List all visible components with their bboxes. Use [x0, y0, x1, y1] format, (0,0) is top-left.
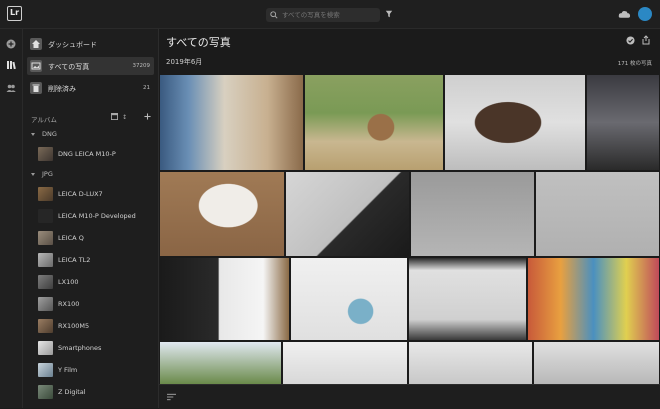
group-label: DNG: [42, 130, 57, 138]
album-item[interactable]: Z Digital: [38, 385, 154, 399]
album-thumbnail: [38, 253, 53, 267]
add-album-icon[interactable]: [144, 113, 151, 120]
photo-thumbnail[interactable]: [409, 258, 526, 340]
album-item[interactable]: LEICA D-LUX7: [38, 187, 154, 201]
home-icon: [30, 38, 42, 50]
left-rail: [0, 29, 23, 408]
photo-thumbnail[interactable]: [411, 172, 534, 256]
album-item[interactable]: Smartphones: [38, 341, 154, 355]
album-name: LEICA D-LUX7: [58, 190, 103, 198]
share-icon[interactable]: [641, 35, 651, 45]
album-group-dng[interactable]: DNG: [31, 130, 57, 138]
album-name: LEICA TL2: [58, 256, 91, 264]
search-input[interactable]: [282, 8, 377, 22]
people-icon[interactable]: [6, 83, 16, 93]
sidebar-item-deleted[interactable]: 削除済み 21: [27, 79, 154, 97]
svg-text:↕: ↕: [122, 114, 127, 120]
album-group-jpg[interactable]: JPG: [31, 170, 53, 178]
album-name: Smartphones: [58, 344, 102, 352]
photo-total-count: 37209: [132, 63, 151, 69]
album-name: Y Film: [58, 366, 78, 374]
album-name: Z Digital: [58, 388, 86, 396]
album-item[interactable]: RX100M5: [38, 319, 154, 333]
album-thumbnail: [38, 209, 53, 223]
photos-icon: [30, 60, 42, 72]
group-label: JPG: [42, 170, 53, 178]
sidebar-item-dashboard[interactable]: ダッシュボード: [27, 35, 154, 53]
select-check-icon[interactable]: [626, 36, 635, 45]
trash-icon: [30, 82, 42, 94]
album-name: LEICA Q: [58, 234, 84, 242]
album-name: RX100: [58, 300, 80, 308]
album-item[interactable]: RX100: [38, 297, 154, 311]
photo-thumbnail[interactable]: [587, 75, 659, 170]
album-thumbnail: [38, 231, 53, 245]
album-name: LX100: [58, 278, 79, 286]
sidebar-item-all-photos[interactable]: すべての写真 37209: [27, 57, 154, 75]
top-bar: Lr: [0, 0, 660, 29]
cloud-sync-icon[interactable]: [618, 10, 631, 19]
search-box[interactable]: [266, 8, 380, 22]
bottom-toolbar: [159, 384, 660, 409]
album-thumbnail: [38, 319, 53, 333]
date-section-label: 2019年6月: [166, 58, 203, 66]
album-item[interactable]: LEICA M10-P Developed: [38, 209, 154, 223]
photo-thumbnail[interactable]: [305, 75, 443, 170]
photo-thumbnail[interactable]: [160, 342, 281, 384]
deleted-count: 21: [143, 85, 150, 91]
sidebar-item-label: 削除済み: [48, 85, 76, 93]
photo-count: 171 枚の写真: [617, 61, 652, 67]
album-name: RX100M5: [58, 322, 90, 330]
photo-thumbnail[interactable]: [409, 342, 532, 384]
photo-thumbnail[interactable]: [283, 342, 407, 384]
sort-icon[interactable]: [167, 393, 176, 401]
album-thumbnail: [38, 341, 53, 355]
chevron-down-icon: [31, 132, 35, 136]
photo-thumbnail[interactable]: [160, 258, 289, 340]
user-avatar[interactable]: [638, 7, 652, 21]
album-view-icon[interactable]: [111, 113, 118, 120]
album-item[interactable]: Y Film: [38, 363, 154, 377]
photo-grid-area: すべての写真 2019年6月 171 枚の写真: [159, 29, 660, 409]
album-item[interactable]: LEICA Q: [38, 231, 154, 245]
album-thumbnail: [38, 385, 53, 399]
album-name: LEICA M10-P Developed: [58, 212, 136, 220]
lightroom-logo[interactable]: Lr: [7, 6, 22, 21]
album-thumbnail: [38, 275, 53, 289]
filter-icon[interactable]: [385, 10, 393, 18]
album-item[interactable]: DNG LEICA M10-P: [38, 147, 154, 161]
photo-thumbnail[interactable]: [534, 342, 659, 384]
sidebar-item-label: ダッシュボード: [48, 41, 97, 49]
sidebar: ダッシュボード すべての写真 37209 削除済み 21 アルバム ↕ DNG …: [23, 29, 159, 408]
album-name: DNG LEICA M10-P: [58, 150, 116, 158]
add-photos-icon[interactable]: [6, 39, 16, 49]
album-item[interactable]: LEICA TL2: [38, 253, 154, 267]
photo-thumbnail[interactable]: [160, 75, 303, 170]
page-title: すべての写真: [166, 36, 231, 49]
album-thumbnail: [38, 187, 53, 201]
photo-thumbnail[interactable]: [160, 172, 284, 256]
album-item[interactable]: LX100: [38, 275, 154, 289]
album-thumbnail: [38, 147, 53, 161]
photo-thumbnail[interactable]: [536, 172, 659, 256]
photo-thumbnail[interactable]: [286, 172, 409, 256]
albums-header: アルバム: [31, 116, 57, 124]
album-thumbnail: [38, 297, 53, 311]
library-icon[interactable]: [6, 60, 16, 70]
photo-thumbnail[interactable]: [445, 75, 585, 170]
search-icon: [270, 11, 278, 19]
photo-thumbnail[interactable]: [291, 258, 407, 340]
sidebar-item-label: すべての写真: [48, 63, 90, 71]
sort-albums-icon[interactable]: ↕: [122, 113, 129, 120]
chevron-down-icon: [31, 172, 35, 176]
album-thumbnail: [38, 363, 53, 377]
photo-thumbnail[interactable]: [528, 258, 659, 340]
